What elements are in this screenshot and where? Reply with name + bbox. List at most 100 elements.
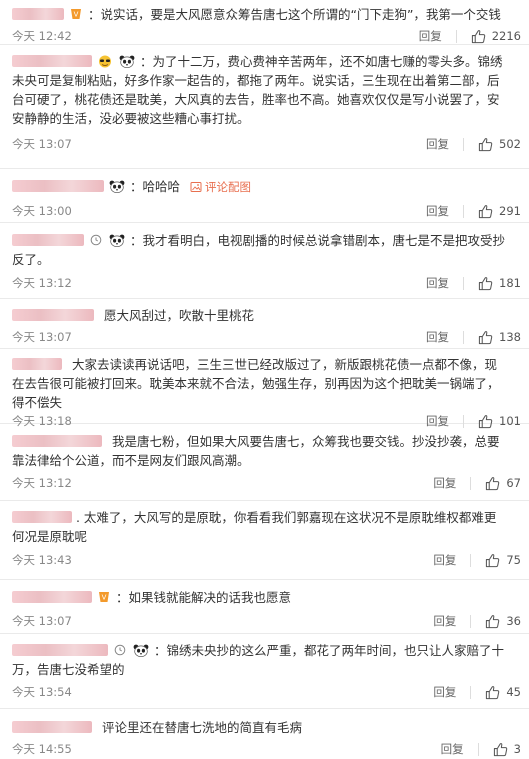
- level-badge-icon: V: [98, 592, 109, 602]
- comment-item: ：锦绣未央抄的这么严重，都花了两年时间，也只让人家赔了十万，告唐七没希望的 今天…: [0, 634, 529, 709]
- like-count: 138: [499, 330, 521, 344]
- like-count: 181: [499, 276, 521, 290]
- comment-time: 今天 14:55: [12, 742, 72, 756]
- comment-text: ：说实话，要是大风愿意众筹告唐七这个所谓的“门下走狗”，我第一个交钱: [87, 7, 501, 22]
- comment-time: 今天 13:07: [12, 330, 72, 344]
- thumbs-up-icon: [478, 276, 493, 291]
- like-count: 2216: [491, 29, 521, 43]
- divider: [463, 137, 465, 151]
- reply-button[interactable]: 回复: [433, 684, 456, 700]
- comment-time: 今天 13:07: [12, 137, 72, 151]
- panda-emoji-icon: [119, 55, 135, 68]
- comment-text: . 太难了，大风写的是原耽，你看看我们郭嘉现在这状况不是原耽维权都难更何况是原耽…: [12, 510, 497, 544]
- comment-text: 评论里还在替唐七洗地的简直有毛病: [101, 720, 302, 735]
- reply-button[interactable]: 回复: [426, 275, 449, 291]
- reply-button[interactable]: 回复: [433, 613, 456, 629]
- divider: [470, 476, 472, 490]
- username-redacted[interactable]: [12, 8, 64, 20]
- comment-list: V ：说实话，要是大风愿意众筹告唐七这个所谓的“门下走狗”，我第一个交钱 今天 …: [0, 0, 529, 759]
- comment-time: 今天 13:07: [12, 614, 72, 628]
- comment-item: ：为了十二万，费心费神辛苦两年，还不如唐七赚的零头多。锦绣未央可是复制粘贴，好多…: [0, 45, 529, 169]
- thumbs-up-icon: [478, 330, 493, 345]
- username-redacted[interactable]: [12, 435, 102, 447]
- username-redacted[interactable]: [12, 180, 104, 192]
- like-button[interactable]: 2216: [471, 29, 521, 44]
- reply-button[interactable]: 回复: [433, 552, 456, 568]
- like-button[interactable]: 67: [485, 476, 521, 491]
- username-redacted[interactable]: [12, 309, 94, 321]
- like-button[interactable]: 138: [478, 330, 521, 345]
- comment-item: 大家去读读再说话吧，三生三世已经改版过了，新版跟桃花债一点都不像，现在去告很可能…: [0, 349, 529, 428]
- reply-button[interactable]: 回复: [419, 28, 442, 44]
- reply-button[interactable]: 回复: [433, 475, 456, 491]
- level-badge-icon: V: [70, 9, 81, 19]
- comment-item: 愿大风刮过，吹散十里桃花 今天 13:07 回复 138: [0, 299, 529, 349]
- comment-text: ：我才看明白，电视剧播的时候总说拿错剧本，唐七是不是把攻受抄反了。: [12, 233, 505, 267]
- comment-item: 我是唐七粉，但如果大风要告唐七，众筹我也要交钱。抄没抄袭，总要靠法律给个公道，而…: [0, 424, 529, 501]
- report-label: 评论配图: [204, 180, 251, 194]
- comment-time: 今天 13:00: [12, 204, 72, 218]
- reply-button[interactable]: 回复: [426, 329, 449, 345]
- comment-text: 愿大风刮过，吹散十里桃花: [103, 308, 254, 323]
- comment-time: 今天 12:42: [12, 29, 72, 43]
- reply-button[interactable]: 回复: [426, 136, 449, 152]
- clock-badge-icon: [90, 234, 102, 246]
- comment-time: 今天 13:54: [12, 685, 72, 699]
- comment-text: ：如果钱就能解决的话我也愿意: [115, 590, 291, 605]
- username-redacted[interactable]: [12, 644, 108, 656]
- username-redacted[interactable]: [12, 55, 92, 67]
- divider: [477, 742, 479, 756]
- like-count: 502: [499, 137, 521, 151]
- like-button[interactable]: 36: [485, 614, 521, 629]
- reply-button[interactable]: 回复: [426, 203, 449, 219]
- like-button[interactable]: 502: [478, 137, 521, 152]
- username-redacted[interactable]: [12, 721, 92, 733]
- svg-text:V: V: [74, 11, 79, 19]
- thumbs-up-icon: [485, 685, 500, 700]
- reply-button[interactable]: 回复: [441, 741, 464, 757]
- comment-item: ：我才看明白，电视剧播的时候总说拿错剧本，唐七是不是把攻受抄反了。 今天 13:…: [0, 223, 529, 299]
- comment-time: 今天 13:12: [12, 276, 72, 290]
- thumbs-up-icon: [485, 553, 500, 568]
- thumbs-up-icon: [471, 29, 486, 44]
- username-redacted[interactable]: [12, 358, 62, 370]
- comment-item: V ：如果钱就能解决的话我也愿意 今天 13:07 回复 36: [0, 580, 529, 634]
- thumbs-up-icon: [485, 476, 500, 491]
- divider: [455, 29, 457, 43]
- like-button[interactable]: 75: [485, 553, 521, 568]
- like-button[interactable]: 181: [478, 276, 521, 291]
- like-button[interactable]: 45: [485, 685, 521, 700]
- like-count: 291: [499, 204, 521, 218]
- divider: [470, 553, 472, 567]
- comment-time: 今天 13:12: [12, 476, 72, 490]
- thumbs-up-icon: [478, 137, 493, 152]
- divider: [463, 276, 465, 290]
- divider: [463, 330, 465, 344]
- comment-item: 评论里还在替唐七洗地的简直有毛病 今天 14:55 回复 3: [0, 709, 529, 759]
- comment-text: 大家去读读再说话吧，三生三世已经改版过了，新版跟桃花债一点都不像，现在去告很可能…: [12, 357, 500, 410]
- svg-text:V: V: [102, 594, 107, 602]
- like-count: 67: [506, 476, 521, 490]
- divider: [470, 614, 472, 628]
- view-comment-image-link[interactable]: 评论配图: [184, 180, 251, 194]
- like-count: 75: [506, 553, 521, 567]
- divider: [470, 685, 472, 699]
- clock-badge-icon: [114, 644, 126, 656]
- comment-item: V ：说实话，要是大风愿意众筹告唐七这个所谓的“门下走狗”，我第一个交钱 今天 …: [0, 0, 529, 45]
- username-redacted[interactable]: [12, 234, 84, 246]
- comment-item: ：哈哈哈 评论配图 今天 13:00 回复 291: [0, 169, 529, 223]
- panda-emoji-icon: [133, 644, 149, 657]
- comment-time: 今天 13:43: [12, 553, 72, 567]
- username-redacted[interactable]: [12, 591, 92, 603]
- comment-text: ：哈哈哈: [129, 179, 180, 194]
- like-button[interactable]: 3: [493, 742, 521, 757]
- sunglasses-emoji-icon: [98, 55, 111, 68]
- thumbs-up-icon: [478, 204, 493, 219]
- image-icon: [190, 182, 202, 192]
- thumbs-up-icon: [485, 614, 500, 629]
- like-button[interactable]: 291: [478, 204, 521, 219]
- panda-emoji-icon: [109, 180, 125, 193]
- comment-item: . 太难了，大风写的是原耽，你看看我们郭嘉现在这状况不是原耽维权都难更何况是原耽…: [0, 501, 529, 580]
- username-redacted[interactable]: [12, 511, 72, 523]
- like-count: 36: [506, 614, 521, 628]
